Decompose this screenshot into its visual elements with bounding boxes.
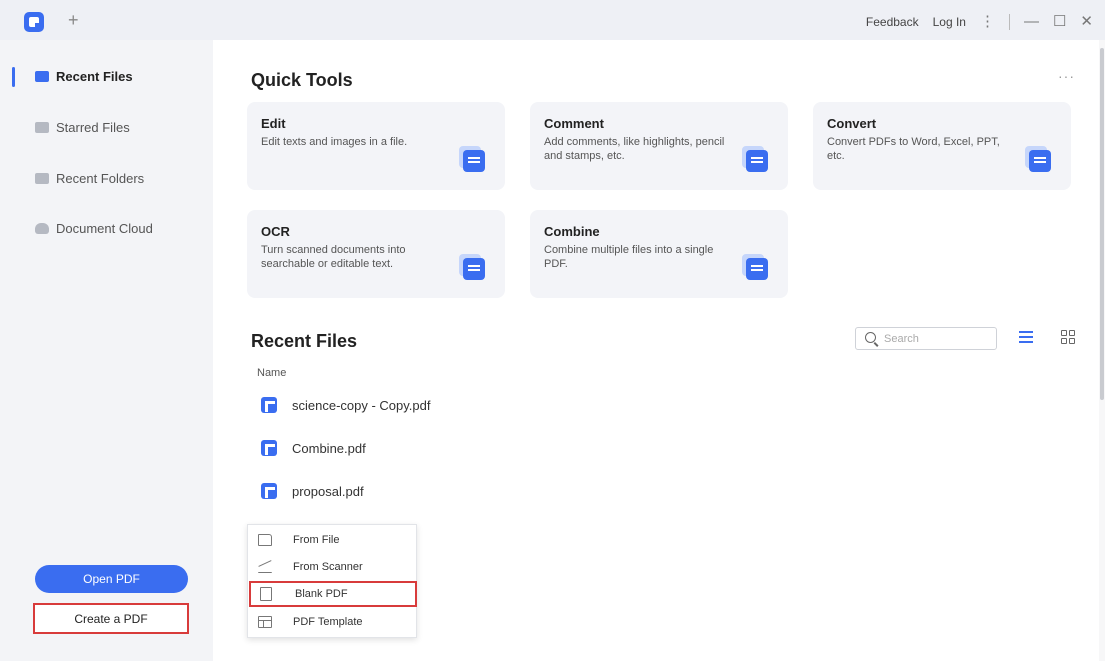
menu-item-pdf-template[interactable]: PDF Template — [248, 609, 418, 635]
search-box[interactable] — [855, 327, 997, 350]
title-bar: + Feedback Log In ⋮ — ☐ ✕ — [0, 0, 1105, 40]
quick-tools-heading: Quick Tools — [251, 70, 353, 90]
menu-item-from-scanner[interactable]: From Scanner — [248, 554, 418, 580]
blank-page-icon — [260, 587, 272, 601]
titlebar-divider — [1008, 14, 1010, 30]
menu-item-label: PDF Template — [293, 616, 363, 628]
menu-item-blank-pdf[interactable]: Blank PDF — [249, 581, 417, 607]
create-pdf-menu: From File From Scanner Blank PDF PDF Tem… — [247, 524, 417, 638]
sidebar-item-recent-folders[interactable]: Recent Folders — [0, 161, 213, 195]
app-logo-icon — [24, 12, 44, 32]
tool-title: Combine — [544, 224, 600, 239]
tool-description: Add comments, like highlights, pencil an… — [544, 136, 725, 162]
sidebar-item-label: Recent Files — [56, 68, 133, 84]
column-header-name[interactable]: Name — [257, 367, 286, 379]
cloud-icon — [35, 222, 49, 234]
more-options-icon[interactable]: ⋮ — [980, 12, 995, 32]
tool-description: Convert PDFs to Word, Excel, PPT, etc. — [827, 136, 1000, 162]
folder-icon — [258, 534, 272, 546]
comment-icon — [746, 150, 768, 172]
file-name: science-copy - Copy.pdf — [292, 397, 431, 413]
tool-card-ocr[interactable]: OCR Turn scanned documents into searchab… — [247, 210, 505, 298]
tool-description: Edit texts and images in a file. — [261, 136, 408, 148]
window-controls: Feedback Log In ⋮ — ☐ ✕ — [866, 12, 1093, 32]
sidebar: Recent Files Starred Files Recent Folder… — [0, 40, 213, 661]
file-row[interactable]: science-copy - Copy.pdf — [261, 393, 561, 417]
folder-icon — [35, 172, 49, 184]
star-icon — [35, 121, 49, 133]
minimize-icon[interactable]: — — [1024, 12, 1039, 32]
recent-files-icon — [35, 70, 49, 82]
main-content: Quick Tools ··· Edit Edit texts and imag… — [213, 40, 1099, 661]
search-icon — [865, 332, 876, 343]
create-pdf-button[interactable]: Create a PDF — [33, 603, 189, 634]
pdf-file-icon — [261, 397, 277, 413]
tool-card-edit[interactable]: Edit Edit texts and images in a file. — [247, 102, 505, 190]
recent-files-heading: Recent Files — [251, 331, 358, 351]
open-pdf-button[interactable]: Open PDF — [35, 565, 188, 593]
combine-icon — [746, 258, 768, 280]
list-view-icon[interactable] — [1019, 330, 1033, 344]
tool-title: OCR — [261, 224, 290, 239]
tool-description: Combine multiple files into a single PDF… — [544, 244, 714, 270]
sidebar-item-label: Starred Files — [56, 119, 130, 135]
sidebar-item-starred-files[interactable]: Starred Files — [0, 110, 213, 144]
tool-card-comment[interactable]: Comment Add comments, like highlights, p… — [530, 102, 788, 190]
grid-view-icon[interactable] — [1061, 330, 1075, 344]
template-icon — [258, 616, 272, 628]
tool-title: Convert — [827, 116, 877, 131]
sidebar-item-recent-files[interactable]: Recent Files — [0, 59, 213, 93]
sidebar-item-document-cloud[interactable]: Document Cloud — [0, 211, 213, 245]
more-options-icon[interactable]: ··· — [1058, 68, 1075, 84]
menu-item-label: From File — [293, 534, 340, 546]
sidebar-item-label: Document Cloud — [56, 220, 153, 236]
tool-title: Comment — [544, 116, 604, 131]
menu-item-label: Blank PDF — [295, 588, 348, 600]
convert-icon — [1029, 150, 1051, 172]
pdf-file-icon — [261, 483, 277, 499]
file-name: proposal.pdf — [292, 483, 364, 499]
search-input[interactable] — [884, 331, 989, 347]
feedback-link[interactable]: Feedback — [866, 15, 919, 29]
edit-icon — [463, 150, 485, 172]
file-row[interactable]: Combine.pdf — [261, 436, 561, 460]
new-tab-button[interactable]: + — [68, 10, 79, 30]
file-name: Combine.pdf — [292, 440, 366, 456]
tool-title: Edit — [261, 116, 286, 131]
close-icon[interactable]: ✕ — [1080, 12, 1093, 32]
maximize-icon[interactable]: ☐ — [1053, 12, 1066, 32]
tool-card-convert[interactable]: Convert Convert PDFs to Word, Excel, PPT… — [813, 102, 1071, 190]
menu-item-from-file[interactable]: From File — [248, 527, 418, 553]
login-link[interactable]: Log In — [933, 15, 966, 29]
sidebar-item-label: Recent Folders — [56, 170, 145, 186]
tool-card-combine[interactable]: Combine Combine multiple files into a si… — [530, 210, 788, 298]
ocr-icon — [463, 258, 485, 280]
scrollbar-thumb[interactable] — [1100, 48, 1104, 400]
active-indicator — [12, 67, 15, 87]
menu-item-label: From Scanner — [293, 561, 363, 573]
scanner-icon — [258, 561, 272, 573]
pdf-file-icon — [261, 440, 277, 456]
file-row[interactable]: proposal.pdf — [261, 479, 561, 503]
tool-description: Turn scanned documents into searchable o… — [261, 244, 406, 270]
